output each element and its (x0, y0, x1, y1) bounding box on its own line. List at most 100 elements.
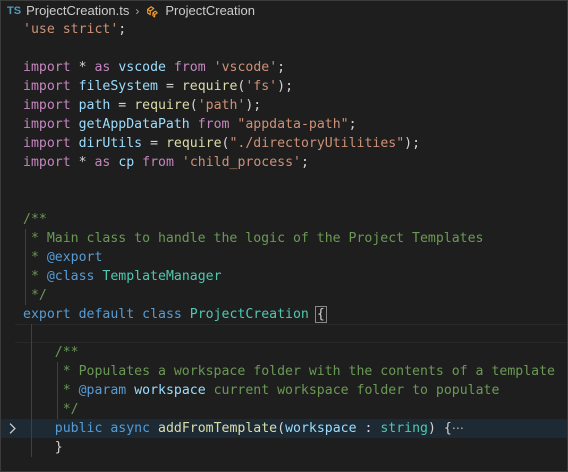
chevron-right-icon[interactable] (6, 422, 19, 435)
code-line-1[interactable]: 'use strict'; (1, 20, 567, 39)
token-function: require (165, 136, 222, 151)
token-doc-type: TemplateManager (102, 269, 222, 284)
token-punct: ; (348, 117, 357, 132)
token-param-name: workspace (134, 383, 206, 398)
breadcrumb-file[interactable]: ProjectCreation.ts (26, 3, 129, 18)
token-punct: ; (118, 22, 127, 37)
breadcrumb-symbol[interactable]: ProjectCreation (165, 3, 255, 18)
indent-guide (31, 324, 32, 343)
token-keyword: import (23, 136, 71, 151)
breadcrumb: TS ProjectCreation.ts › ProjectCreation (1, 1, 567, 20)
indent-guide (25, 229, 26, 248)
code-line-7[interactable]: import dirUtils = require("./directoryUt… (1, 134, 567, 153)
code-line-22-folded[interactable]: public async addFromTemplate(workspace :… (1, 419, 567, 438)
token-punct: ); (245, 98, 262, 113)
indent-guide (31, 400, 32, 419)
token-keyword: import (23, 79, 71, 94)
code-line-9[interactable] (1, 172, 567, 191)
token-identifier: path (78, 98, 111, 113)
code-line-23[interactable]: } (1, 438, 567, 457)
token-comment: current workspace folder to populate (205, 383, 500, 398)
token-string: 'vscode' (213, 60, 278, 75)
code-line-2[interactable] (1, 39, 567, 58)
token-punct: : (356, 421, 381, 436)
indent-guide (31, 419, 32, 438)
token-comment: * (23, 269, 47, 284)
code-line-16[interactable]: export default class ProjectCreation { (1, 305, 567, 324)
code-line-17-cursor[interactable] (1, 324, 567, 343)
code-line-6[interactable]: import getAppDataPath from "appdata-path… (1, 115, 567, 134)
folded-region-ellipsis[interactable]: ⋯ (452, 421, 464, 435)
code-line-10[interactable] (1, 191, 567, 210)
token-identifier: cp (118, 155, 135, 170)
token-punct: ); (404, 136, 421, 151)
token-punct: ( (189, 98, 198, 113)
token-keyword: public (54, 421, 103, 436)
token-comment: /** (54, 345, 79, 360)
indent-guide (25, 248, 26, 267)
token-punct: * (70, 155, 95, 170)
token-punct: ); (277, 79, 294, 94)
token-comment: * Main class to handle the logic of the … (23, 231, 484, 246)
token-punct: ) { (428, 421, 452, 436)
code-line-4[interactable]: import fileSystem = require('fs'); (1, 77, 567, 96)
token-identifier: dirUtils (78, 136, 143, 151)
indent-guide (25, 286, 26, 305)
code-line-12[interactable]: * Main class to handle the logic of the … (1, 229, 567, 248)
token-punct: } (54, 440, 63, 455)
indent-guide (31, 343, 32, 362)
chevron-right-icon: › (135, 3, 140, 18)
code-line-5[interactable]: import path = require('path'); (1, 96, 567, 115)
code-line-13[interactable]: * @export (1, 248, 567, 267)
token-keyword: import (23, 60, 71, 75)
code-line-11[interactable]: /** (1, 210, 567, 229)
token-keyword: import (23, 117, 71, 132)
code-line-18[interactable]: /** (1, 343, 567, 362)
token-comment: * Populates a workspace folder with the … (54, 364, 555, 379)
token-comment: */ (23, 288, 47, 303)
token-comment: * (54, 383, 79, 398)
token-punct: = (142, 136, 166, 151)
token-keyword: from (142, 155, 174, 170)
code-line-14[interactable]: * @class TemplateManager (1, 267, 567, 286)
indent-guide (31, 381, 32, 400)
token-keyword: from (173, 60, 206, 75)
token-keyword: async (110, 421, 151, 436)
code-line-21[interactable]: */ (1, 400, 567, 419)
token-comment: */ (54, 402, 79, 417)
code-line-8[interactable]: import * as cp from 'child_process'; (1, 153, 567, 172)
code-editor[interactable]: TS ProjectCreation.ts › ProjectCreation … (0, 0, 568, 472)
token-keyword: default (78, 307, 135, 322)
code-line-19[interactable]: * Populates a workspace folder with the … (1, 362, 567, 381)
token-doc-tag: @class (46, 269, 95, 284)
token-comment (126, 383, 134, 398)
code-area[interactable]: 'use strict'; import * as vscode from 'v… (1, 20, 567, 457)
code-line-15[interactable]: */ (1, 286, 567, 305)
typescript-file-icon: TS (7, 4, 22, 17)
token-string: "appdata-path" (237, 117, 349, 132)
matching-brace: { (314, 306, 327, 323)
token-comment: /** (23, 212, 47, 227)
code-line-20[interactable]: * @param workspace current workspace fol… (1, 381, 567, 400)
token-keyword: class (142, 307, 182, 322)
token-string: 'child_process' (181, 155, 301, 170)
token-keyword: from (197, 117, 230, 132)
token-keyword: as (94, 155, 111, 170)
token-keyword: import (23, 155, 71, 170)
token-class-name: ProjectCreation (189, 307, 309, 322)
class-icon (147, 5, 159, 18)
indent-guide (57, 400, 58, 419)
token-punct: ; (277, 60, 286, 75)
token-function: addFromTemplate (158, 421, 278, 436)
token-doc-tag: @param (78, 383, 127, 398)
token-string: 'fs' (245, 79, 278, 94)
code-line-3[interactable]: import * as vscode from 'vscode'; (1, 58, 567, 77)
token-punct: = (110, 98, 135, 113)
